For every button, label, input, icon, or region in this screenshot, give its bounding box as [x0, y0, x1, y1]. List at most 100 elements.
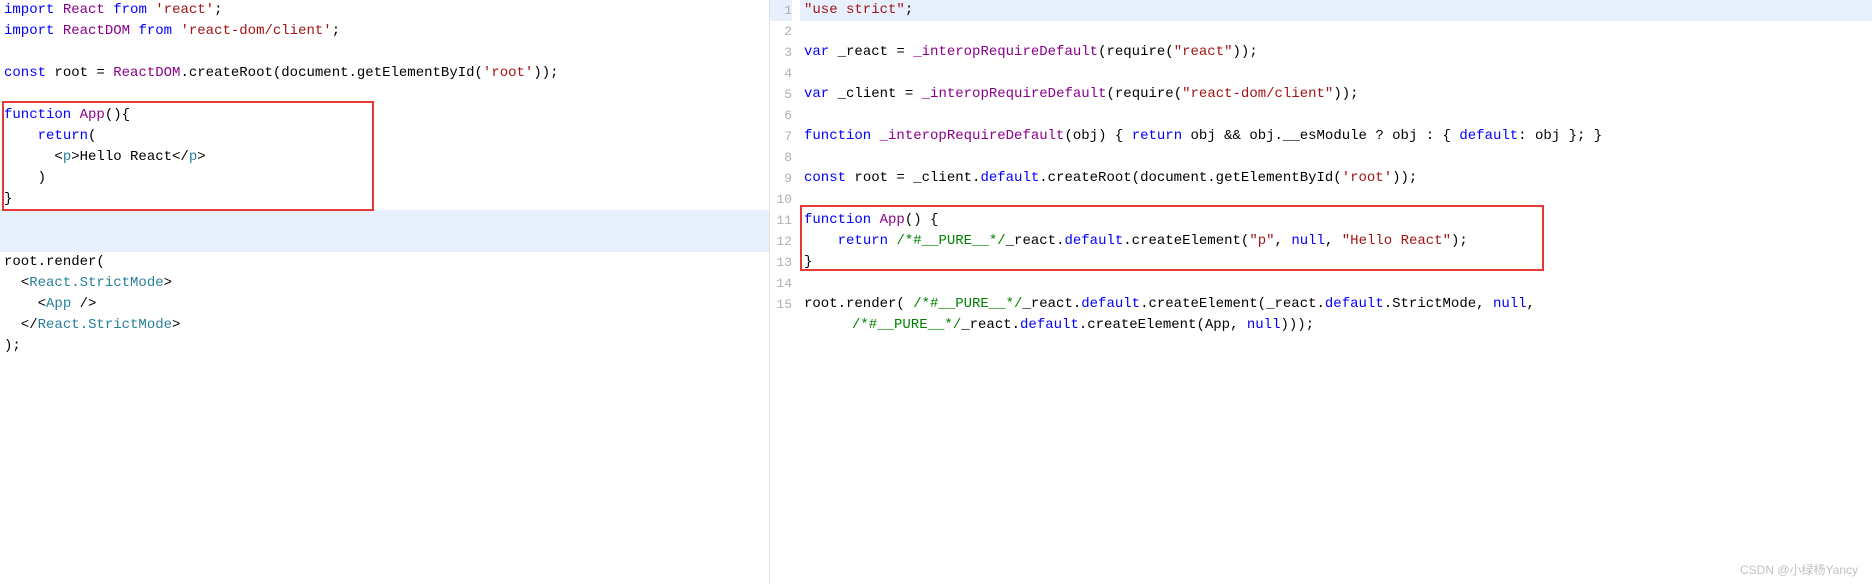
code-token: () {: [905, 212, 939, 228]
code-token: }: [4, 191, 12, 207]
line-number: 5: [770, 84, 792, 105]
code-line[interactable]: [800, 147, 1872, 168]
code-line[interactable]: function _interopRequireDefault(obj) { r…: [800, 126, 1872, 147]
code-token: _react =: [829, 44, 913, 60]
code-line[interactable]: }: [0, 189, 769, 210]
code-token: (){: [105, 107, 130, 123]
code-token: 'react': [155, 2, 214, 18]
code-line[interactable]: [0, 42, 769, 63]
code-token: import: [4, 23, 54, 39]
code-line[interactable]: return /*#__PURE__*/_react.default.creat…: [800, 231, 1872, 252]
code-line[interactable]: const root = _client.default.createRoot(…: [800, 168, 1872, 189]
code-token: >Hello React</: [71, 149, 189, 165]
code-token: <: [4, 275, 29, 291]
right-code-panel[interactable]: 123456789101112131415 "use strict";var _…: [770, 0, 1872, 584]
code-token: /*#__PURE__*/: [913, 296, 1022, 312]
code-token: function: [804, 128, 871, 144]
code-token: .StrictMode,: [1384, 296, 1493, 312]
code-token: _interopRequireDefault: [913, 44, 1098, 60]
code-token: <: [4, 296, 46, 312]
code-token: React: [63, 2, 105, 18]
code-token: return: [1132, 128, 1182, 144]
code-token: /*#__PURE__*/: [852, 317, 961, 333]
code-line[interactable]: [800, 273, 1872, 294]
code-token: default: [1325, 296, 1384, 312]
code-token: React.StrictMode: [38, 317, 172, 333]
code-token: ));: [1333, 86, 1358, 102]
code-token: (: [88, 128, 96, 144]
line-number: 6: [770, 105, 792, 126]
code-token: [54, 23, 62, 39]
code-token: [54, 2, 62, 18]
code-token: null: [1291, 233, 1325, 249]
line-number: 8: [770, 147, 792, 168]
code-token: ,: [1527, 296, 1535, 312]
code-token: 'react-dom/client': [180, 23, 331, 39]
code-token: [871, 212, 879, 228]
code-token: root.render(: [804, 296, 913, 312]
right-code-area[interactable]: "use strict"; var _react = _interopRequir…: [800, 0, 1872, 584]
code-token: [147, 2, 155, 18]
code-token: App: [80, 107, 105, 123]
code-line[interactable]: ): [0, 168, 769, 189]
code-line[interactable]: <p>Hello React</p>: [0, 147, 769, 168]
code-token: ,: [1325, 233, 1342, 249]
line-number: 3: [770, 42, 792, 63]
code-line[interactable]: root.render(: [0, 252, 769, 273]
code-line[interactable]: import ReactDOM from 'react-dom/client';: [0, 21, 769, 42]
code-token: 'root': [1342, 170, 1392, 186]
code-token: ;: [332, 23, 340, 39]
code-token: function: [804, 212, 871, 228]
code-token: null: [1247, 317, 1281, 333]
code-line[interactable]: [800, 21, 1872, 42]
code-token: [105, 2, 113, 18]
code-line[interactable]: [800, 63, 1872, 84]
code-line[interactable]: [800, 189, 1872, 210]
code-token: root: [4, 254, 38, 270]
code-line[interactable]: function App() {: [800, 210, 1872, 231]
code-token: <: [4, 149, 63, 165]
code-token: return: [838, 233, 888, 249]
code-line[interactable]: }: [800, 252, 1872, 273]
code-token: [871, 128, 879, 144]
code-token: root = _client.: [846, 170, 980, 186]
code-token: App: [46, 296, 71, 312]
code-token: (require(: [1098, 44, 1174, 60]
code-token: ));: [1233, 44, 1258, 60]
code-token: _react.: [961, 317, 1020, 333]
code-line[interactable]: <React.StrictMode>: [0, 273, 769, 294]
code-line[interactable]: <App />: [0, 294, 769, 315]
code-line[interactable]: [0, 210, 769, 231]
code-token: </: [4, 317, 38, 333]
code-token: 'root': [483, 65, 533, 81]
code-line[interactable]: root.render( /*#__PURE__*/_react.default…: [800, 294, 1872, 315]
line-number: 2: [770, 21, 792, 42]
code-token: ));: [1392, 170, 1417, 186]
code-token: default: [980, 170, 1039, 186]
code-line[interactable]: [0, 231, 769, 252]
code-token: var: [804, 44, 829, 60]
code-token: );: [4, 338, 21, 354]
code-token: [4, 128, 38, 144]
code-line[interactable]: function App(){: [0, 105, 769, 126]
code-token: p: [189, 149, 197, 165]
code-line[interactable]: var _react = _interopRequireDefault(requ…: [800, 42, 1872, 63]
code-token: >: [164, 275, 172, 291]
code-token: default: [1064, 233, 1123, 249]
code-line[interactable]: [0, 84, 769, 105]
code-token: .createElement(_react.: [1140, 296, 1325, 312]
line-number: 13: [770, 252, 792, 273]
code-line[interactable]: import React from 'react';: [0, 0, 769, 21]
code-line[interactable]: "use strict";: [800, 0, 1872, 21]
code-line[interactable]: [800, 105, 1872, 126]
code-line[interactable]: );: [0, 336, 769, 357]
code-line[interactable]: return(: [0, 126, 769, 147]
code-line[interactable]: /*#__PURE__*/_react.default.createElemen…: [800, 315, 1872, 336]
code-line[interactable]: const root = ReactDOM.createRoot(documen…: [0, 63, 769, 84]
code-line[interactable]: </React.StrictMode>: [0, 315, 769, 336]
line-number-gutter: 123456789101112131415: [770, 0, 800, 584]
left-code-area[interactable]: import React from 'react';import ReactDO…: [0, 0, 769, 357]
left-code-panel[interactable]: import React from 'react';import ReactDO…: [0, 0, 770, 584]
code-line[interactable]: var _client = _interopRequireDefault(req…: [800, 84, 1872, 105]
line-number: 11: [770, 210, 792, 231]
